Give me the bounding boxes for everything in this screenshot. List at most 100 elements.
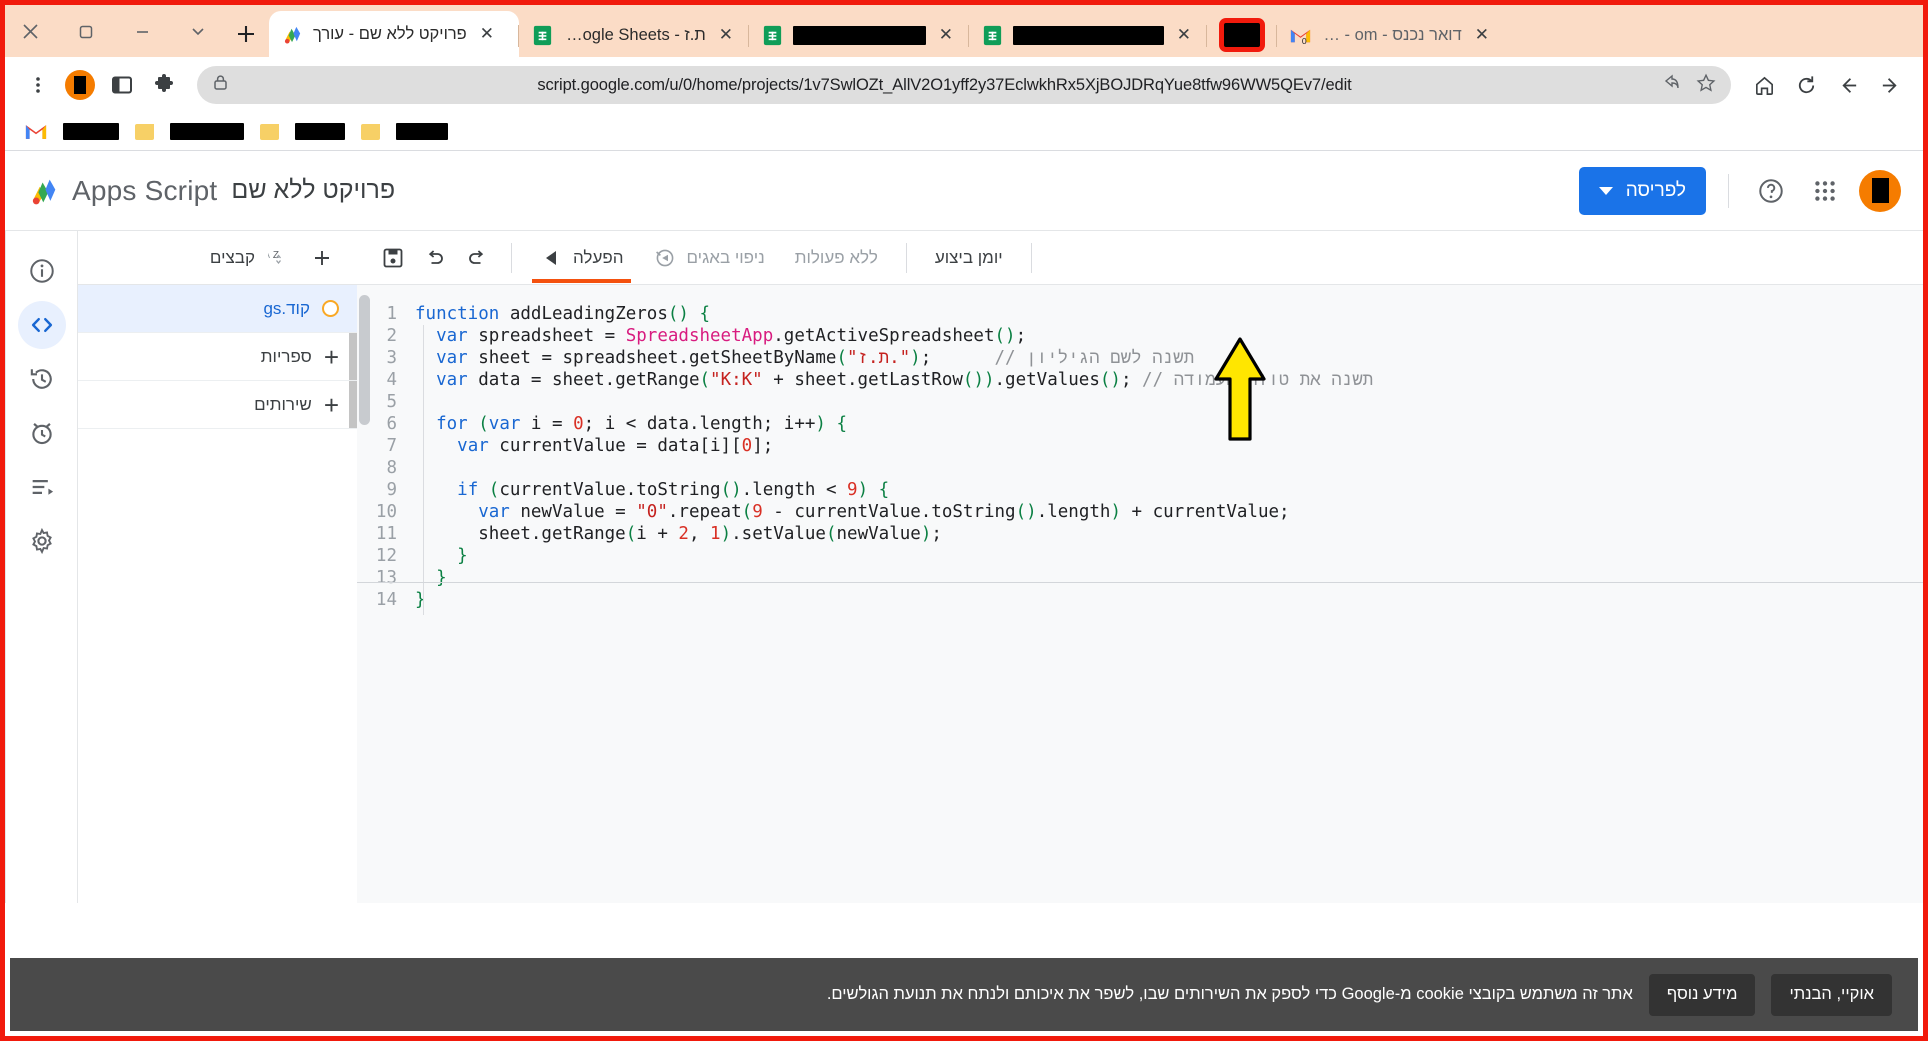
close-window-button[interactable] (17, 18, 43, 44)
undo-button[interactable] (415, 237, 455, 279)
app-header: Apps Script פרויקט ללא שם לפריסה (5, 151, 1923, 231)
address-bar[interactable]: script.google.com/u/0/home/projects/1v7S… (197, 66, 1731, 104)
puzzle-extensions-icon[interactable] (145, 66, 183, 104)
tab-redacted-1[interactable]: ✕ (748, 13, 969, 57)
reload-icon[interactable] (1787, 66, 1825, 104)
section-libraries[interactable]: ספריות + (78, 333, 357, 381)
tab-redacted-2[interactable]: ✕ (968, 13, 1207, 57)
bookmark-gmail[interactable] (25, 122, 47, 141)
deploy-button-label: לפריסה (1625, 179, 1686, 201)
indent-guide (423, 325, 424, 615)
bookmark-item[interactable] (170, 123, 244, 140)
google-apps-grid-icon[interactable] (1805, 171, 1845, 211)
tab-gmail[interactable]: 0 דואר נכנס - Gmail - om ✕ (1276, 13, 1505, 57)
restore-window-button[interactable] (73, 18, 99, 44)
project-title[interactable]: פרויקט ללא שם (231, 176, 395, 205)
svg-text:0: 0 (1302, 36, 1307, 46)
rail-settings[interactable] (18, 517, 66, 565)
nav-rail (5, 231, 77, 903)
minimize-window-button[interactable] (129, 18, 155, 44)
url-text[interactable]: script.google.com/u/0/home/projects/1v7S… (244, 76, 1645, 95)
bookmark-folder[interactable] (260, 123, 279, 140)
execution-log-button[interactable]: יומן ביצוע (921, 237, 1017, 279)
execution-log-label: יומן ביצוע (934, 247, 1003, 267)
app-body: קבצים AZ קוד.gs ספריות + שירותים (5, 231, 1923, 903)
sort-az-icon[interactable]: AZ (263, 241, 297, 275)
close-tab-button[interactable]: ✕ (1173, 25, 1195, 45)
apps-script-icon (32, 179, 56, 204)
browser-toolbar: script.google.com/u/0/home/projects/1v7S… (5, 57, 1923, 113)
header-divider (1728, 173, 1729, 208)
page-bottom-space (10, 924, 1918, 958)
code-vertical-scrollbar[interactable] (359, 295, 370, 425)
debug-button-label: ניפוי באגים (686, 247, 765, 267)
gmail-icon: 0 (1290, 29, 1311, 46)
tab-title: ת.ז - Google Sheets (563, 25, 706, 44)
home-icon[interactable] (1745, 66, 1783, 104)
tab-apps-script-editor[interactable]: פרויקט ללא שם - עורך ✕ (269, 11, 519, 57)
forward-arrow-icon[interactable] (1871, 66, 1909, 104)
tab-title: פרויקט ללא שם - עורך (313, 24, 467, 43)
toolbar-divider (511, 242, 512, 273)
close-tab-button[interactable]: ✕ (476, 24, 498, 44)
close-tab-button[interactable]: ✕ (715, 25, 737, 45)
rail-editor[interactable] (17, 301, 66, 349)
star-bookmark-icon[interactable] (1695, 72, 1717, 99)
new-tab-button[interactable] (223, 11, 269, 57)
tab-search-button[interactable] (185, 18, 211, 44)
line-number: 12 (375, 546, 397, 566)
debug-button[interactable]: ניפוי באגים (639, 237, 778, 279)
bookmark-item[interactable] (295, 123, 345, 140)
rail-triggers[interactable] (18, 409, 66, 457)
account-avatar-icon[interactable] (1859, 169, 1901, 212)
window-controls (5, 5, 223, 57)
side-panel-icon[interactable] (103, 66, 141, 104)
run-play-icon (540, 246, 564, 270)
add-library-button[interactable]: + (324, 344, 339, 370)
cookie-accept-button[interactable]: אוקיי, הבנתי (1771, 973, 1892, 1016)
line-number: 10 (375, 502, 397, 522)
close-tab-button[interactable]: ✕ (935, 25, 957, 45)
profile-avatar-icon[interactable] (61, 66, 99, 104)
cookie-more-info-button[interactable]: מידע נוסף (1648, 973, 1756, 1016)
apps-script-icon (284, 26, 301, 44)
function-select-label: ללא פעולות (794, 247, 878, 267)
function-select[interactable]: ללא פעולות (781, 237, 892, 279)
line-number: 8 (386, 458, 397, 478)
app-brand[interactable]: Apps Script (27, 174, 217, 208)
share-icon[interactable] (1659, 72, 1681, 99)
save-button[interactable] (373, 237, 413, 279)
code-surface[interactable]: 1 function addLeadingZeros() { 2 var spre… (357, 285, 1923, 903)
line-number: 11 (375, 524, 397, 544)
section-services[interactable]: שירותים + (78, 381, 357, 429)
help-circle-icon[interactable] (1751, 171, 1791, 211)
section-label: ספריות (260, 346, 312, 366)
bookmark-folder[interactable] (135, 123, 154, 140)
deploy-button[interactable]: לפריסה (1578, 166, 1706, 215)
add-service-button[interactable]: + (324, 392, 339, 418)
cookie-consent-banner: אתר זה משתמש בקובצי cookie מ-Google כדי … (10, 958, 1918, 1031)
browser-menu-button[interactable] (19, 66, 57, 104)
rail-executions[interactable] (18, 355, 66, 403)
run-button[interactable]: הפעלה (526, 237, 637, 283)
rail-overview[interactable] (18, 247, 66, 295)
back-arrow-icon[interactable] (1829, 66, 1867, 104)
tab-redacted-3[interactable] (1206, 13, 1277, 57)
file-item-code-gs[interactable]: קוד.gs (78, 285, 357, 333)
bookmark-item[interactable] (63, 123, 119, 140)
redo-button[interactable] (457, 237, 497, 279)
rail-project-history[interactable] (18, 463, 66, 511)
code-editor-area: הפעלה ניפוי באגים ללא פעולות יומן ביצוע (357, 231, 1923, 903)
bookmark-item[interactable] (396, 123, 448, 140)
google-sheets-icon (983, 25, 1002, 45)
tab-strip: פרויקט ללא שם - עורך ✕ ת.ז - Google Shee… (5, 5, 1923, 57)
redacted-bookmark-label (396, 123, 448, 140)
app-brand-label: Apps Script (72, 174, 218, 206)
tab-google-sheets-tz[interactable]: ת.ז - Google Sheets ✕ (518, 13, 749, 57)
panel-scrollbar[interactable] (349, 381, 357, 428)
close-tab-button[interactable]: ✕ (1471, 25, 1493, 45)
add-file-button[interactable] (305, 241, 339, 275)
panel-scrollbar[interactable] (349, 333, 357, 380)
code-content[interactable]: 1 function addLeadingZeros() { 2 var spre… (357, 285, 1923, 611)
bookmark-folder[interactable] (361, 123, 380, 140)
